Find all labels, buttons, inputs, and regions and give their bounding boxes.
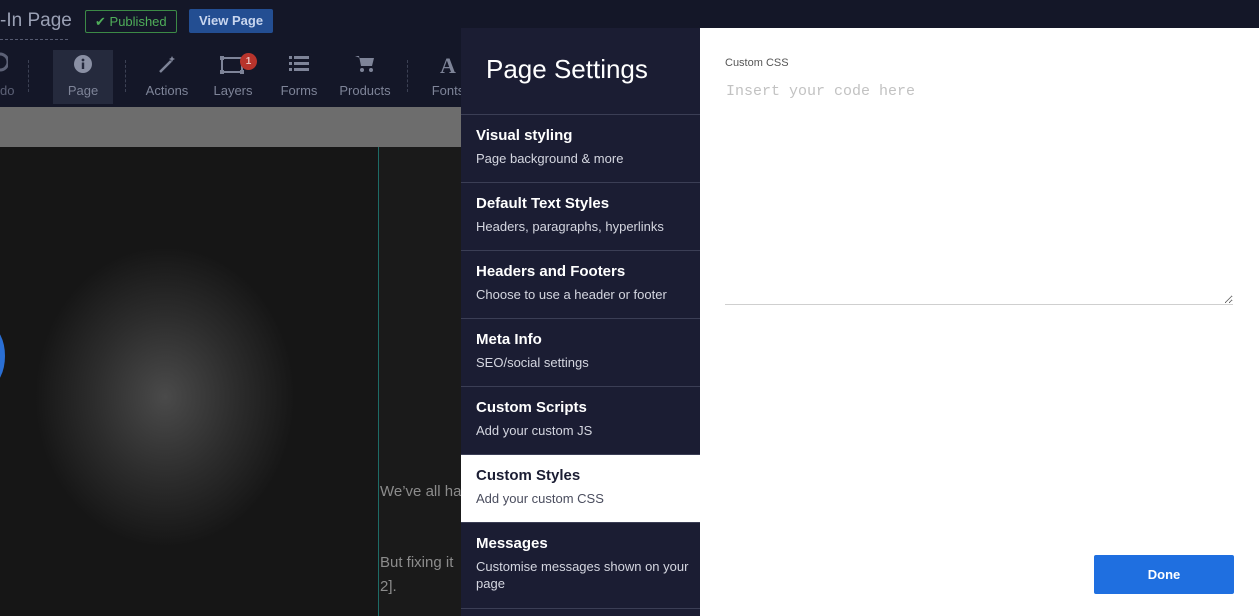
tool-layers-label: Layers — [213, 83, 253, 98]
custom-css-textarea[interactable] — [725, 80, 1233, 305]
check-icon: ✔ — [95, 14, 106, 29]
tool-actions-label: Actions — [145, 83, 189, 98]
custom-styles-pane: Custom CSS Done — [700, 28, 1259, 616]
settings-nav-headers-footers[interactable]: Headers and Footers Choose to use a head… — [461, 251, 700, 319]
tool-products[interactable]: Products — [335, 50, 395, 104]
tool-products-label: Products — [339, 83, 391, 98]
tool-actions[interactable]: Actions — [137, 50, 197, 104]
nav-item-subtitle: Choose to use a header or footer — [476, 287, 667, 302]
page-title-underline — [0, 39, 68, 40]
list-icon — [269, 50, 329, 80]
settings-nav-default-text-styles[interactable]: Default Text Styles Headers, paragraphs,… — [461, 183, 700, 251]
undo-label: do — [0, 83, 15, 98]
nav-item-title: Custom Styles — [476, 467, 581, 484]
page-settings-title: Page Settings — [461, 28, 700, 115]
nav-item-subtitle: Add your custom CSS — [476, 491, 604, 506]
canvas-hero-image[interactable] — [0, 147, 378, 616]
canvas-section-bar — [0, 107, 470, 147]
nav-item-subtitle: Page background & more — [476, 151, 624, 166]
toolbar-divider — [407, 60, 408, 92]
canvas-text-line[interactable]: But fixing it — [380, 551, 453, 575]
page-title: -In Page — [0, 10, 72, 31]
settings-nav-messages[interactable]: Messages Customise messages shown on you… — [461, 523, 700, 609]
nav-item-subtitle: Customise messages shown on your page — [476, 559, 689, 591]
settings-nav-custom-scripts[interactable]: Custom Scripts Add your custom JS — [461, 387, 700, 455]
magic-wand-icon — [137, 50, 197, 80]
canvas-text-line[interactable]: We’ve all ha — [380, 480, 461, 504]
tool-page-label: Page — [67, 83, 99, 98]
cart-icon — [335, 50, 395, 80]
tool-forms-label: Forms — [280, 83, 318, 98]
settings-nav-custom-styles[interactable]: Custom Styles Add your custom CSS — [461, 455, 700, 523]
page-settings-sidebar: Page Settings Visual styling Page backgr… — [461, 28, 700, 616]
toolbar-divider — [28, 60, 29, 92]
tool-page[interactable]: Page — [53, 50, 113, 104]
published-badge: ✔ Published — [85, 10, 177, 33]
nav-item-title: Headers and Footers — [476, 263, 626, 280]
view-page-button[interactable]: View Page — [189, 9, 274, 33]
settings-nav-meta-info[interactable]: Meta Info SEO/social settings — [461, 319, 700, 387]
canvas-text-line[interactable]: 2]. — [380, 575, 397, 599]
nav-item-title: Custom Scripts — [476, 399, 587, 416]
nav-item-title: Visual styling — [476, 127, 573, 144]
info-icon — [53, 50, 113, 80]
nav-item-subtitle: Headers, paragraphs, hyperlinks — [476, 219, 664, 234]
nav-item-title: Meta Info — [476, 331, 542, 348]
settings-nav-visual-styling[interactable]: Visual styling Page background & more — [461, 115, 700, 183]
layers-count-badge: 1 — [240, 53, 257, 70]
tool-forms[interactable]: Forms — [269, 50, 329, 104]
nav-item-title: Messages — [476, 535, 548, 552]
nav-item-title: Default Text Styles — [476, 195, 610, 212]
custom-css-label: Custom CSS — [725, 57, 789, 69]
nav-item-subtitle: Add your custom JS — [476, 423, 593, 438]
done-button[interactable]: Done — [1094, 555, 1234, 594]
canvas-circle-element[interactable] — [0, 327, 5, 385]
published-label: Published — [109, 14, 167, 29]
tool-layers[interactable]: 1 Layers — [203, 50, 263, 104]
nav-item-subtitle: SEO/social settings — [476, 355, 589, 370]
redo-icon[interactable] — [0, 52, 10, 77]
toolbar-divider — [125, 60, 126, 92]
